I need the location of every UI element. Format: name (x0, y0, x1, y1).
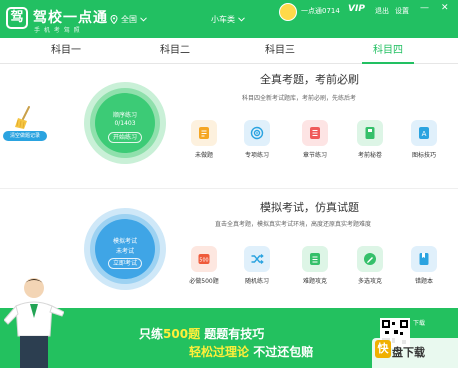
feature-must-do-500[interactable]: 500 必做500题 (184, 246, 224, 285)
mock-exam-circle[interactable]: 模拟考试 未考试 立即考试 (95, 219, 155, 279)
feature-wrong-book[interactable]: 错题本 (404, 246, 444, 285)
feature-label: 错题本 (414, 278, 433, 285)
broom-icon[interactable] (14, 106, 36, 130)
close-button[interactable]: ✕ (441, 3, 449, 13)
500-icon: 500 (191, 246, 217, 272)
banner-line-1-suffix: 题题有技巧 (200, 327, 265, 341)
pen-icon (357, 246, 383, 272)
feature-label: 难题攻克 (302, 278, 327, 285)
exam-desc: 直击全真考题，模拟真实考试环境，高度还原真实考题难度 (215, 221, 372, 228)
banner-line-2-suffix: 不过还包赔 (249, 345, 314, 359)
feature-topic-practice[interactable]: 专项练习 (237, 120, 277, 159)
practice-progress: 0/1403 (114, 120, 136, 127)
feature-hard-questions[interactable]: 难题攻克 (295, 246, 335, 285)
section-divider (0, 188, 458, 189)
clear-records-button[interactable]: 清空做题记录 (3, 131, 47, 141)
start-exam-button[interactable]: 立即考试 (107, 258, 143, 269)
region-selector[interactable]: 全国 (110, 14, 147, 25)
chevron-down-icon (140, 17, 147, 22)
app-name: 驾校一点通 (33, 10, 108, 26)
feature-chapter-practice[interactable]: 章节练习 (295, 120, 335, 159)
target-icon (244, 120, 270, 146)
feature-label: 未做题 (194, 152, 213, 159)
mock-exam-label: 模拟考试 (112, 238, 137, 245)
settings-link[interactable]: 设置 (395, 6, 409, 16)
exam-title: 模拟考试，仿真试题 (260, 201, 359, 214)
svg-text:A: A (422, 130, 427, 138)
list-icon (302, 120, 328, 146)
image-icon: A (411, 120, 437, 146)
feature-multi-choice[interactable]: 多选攻克 (350, 246, 390, 285)
start-practice-button[interactable]: 开始练习 (107, 132, 143, 143)
feature-undone[interactable]: 未做题 (184, 120, 224, 159)
vehicle-label: 小车类 (211, 15, 235, 24)
region-label: 全国 (121, 15, 137, 24)
feature-pre-exam-paper[interactable]: 考前秘卷 (350, 120, 390, 159)
banner-line-1-highlight: 500题 (163, 327, 201, 341)
sequential-practice-label: 顺序练习 (112, 112, 137, 119)
banner-line-1: 只练500题 题题有技巧 (139, 325, 264, 342)
feature-icon-tips[interactable]: A 图标技巧 (404, 120, 444, 159)
secret-book-icon (357, 120, 383, 146)
tab-subject-1[interactable]: 科目一 (26, 38, 106, 64)
watermark-logo-icon: 快 (375, 340, 391, 358)
banner-line-2: 轻松过理论 不过还包赔 (189, 343, 313, 360)
minimize-button[interactable]: — (420, 3, 429, 13)
chevron-down-icon (238, 17, 245, 22)
feature-label: 图标技巧 (411, 152, 436, 159)
location-icon (110, 15, 118, 24)
feature-label: 章节练习 (302, 152, 327, 159)
feature-label: 多选攻克 (357, 278, 382, 285)
feature-label: 考前秘卷 (357, 152, 382, 159)
note-icon (191, 120, 217, 146)
tag-icon (302, 246, 328, 272)
feature-label: 必做500题 (189, 278, 219, 285)
feature-label: 随机练习 (244, 278, 269, 285)
subject-tabs: 科目一 科目二 科目三 科目四 (0, 38, 458, 64)
app-subtitle: 手 机 考 驾 照 (34, 27, 81, 34)
exam-status: 未考试 (115, 248, 134, 255)
tab-subject-4[interactable]: 科目四 (348, 38, 428, 64)
svg-text:500: 500 (199, 257, 208, 263)
vip-badge[interactable]: VIP (348, 4, 365, 14)
feature-random-practice[interactable]: 随机练习 (237, 246, 277, 285)
feature-label: 专项练习 (244, 152, 269, 159)
app-logo: 驾 (6, 7, 28, 29)
title-bar: 驾 驾校一点通 手 机 考 驾 照 全国 小车类 一点通0714 VIP 退出 … (0, 0, 458, 38)
vehicle-selector[interactable]: 小车类 (211, 14, 245, 25)
logout-link[interactable]: 退出 (375, 6, 389, 16)
username[interactable]: 一点通0714 (301, 6, 340, 16)
qr-download-label: 下载 (413, 320, 426, 327)
banner-line-1-prefix: 只练 (139, 327, 164, 341)
shuffle-icon (244, 246, 270, 272)
tab-subject-3[interactable]: 科目三 (240, 38, 320, 64)
practice-title: 全真考题，考前必刷 (260, 73, 359, 86)
sequential-practice-circle[interactable]: 顺序练习 0/1403 开始练习 (95, 93, 155, 153)
avatar[interactable] (279, 3, 297, 21)
banner-line-2-highlight: 轻松过理论 (189, 345, 250, 359)
watermark-text: 盘下载 (392, 346, 425, 359)
mascot-illustration (4, 278, 64, 368)
book-icon (411, 246, 437, 272)
practice-desc: 科目四全新考试题库，考前必刷，先练后考 (242, 95, 357, 102)
tab-subject-2[interactable]: 科目二 (135, 38, 215, 64)
